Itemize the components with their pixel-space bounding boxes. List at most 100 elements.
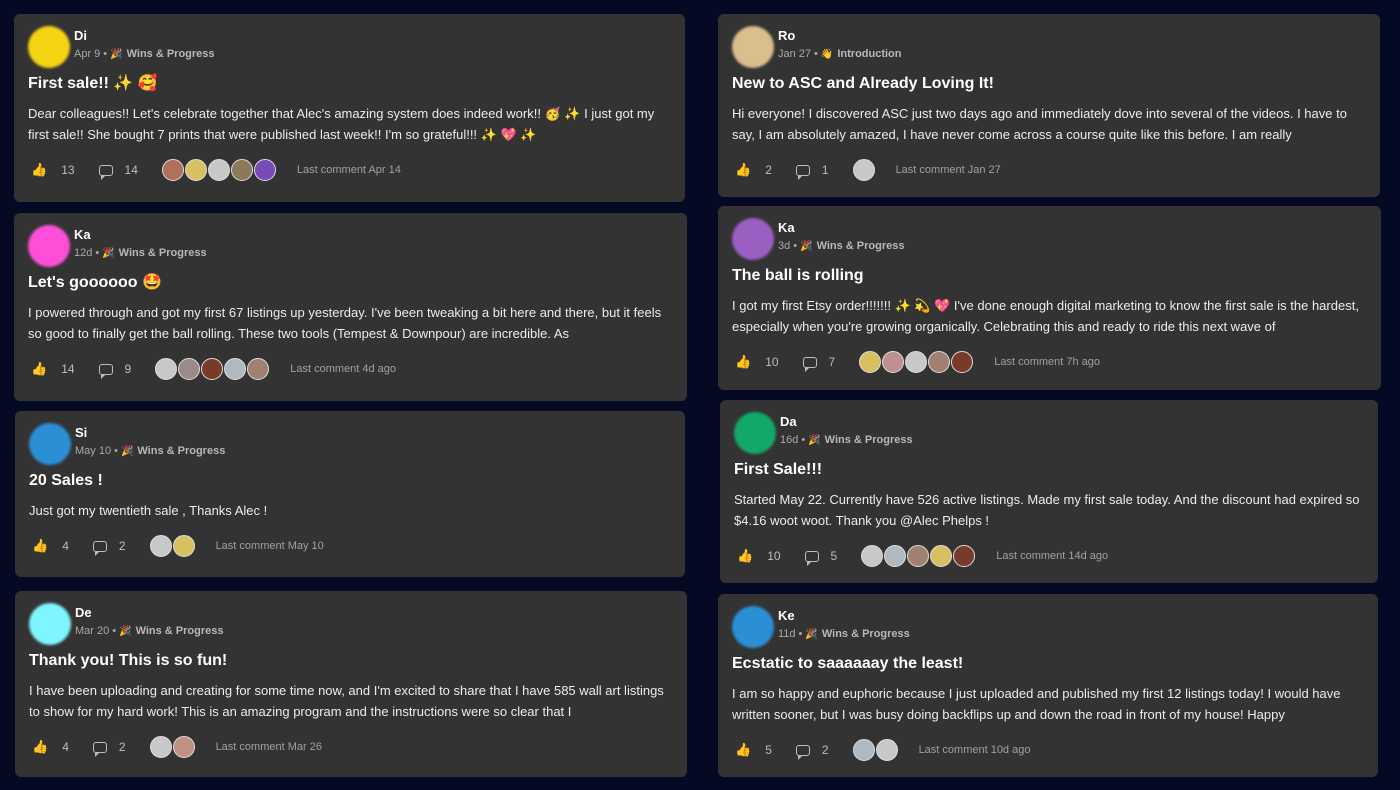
commenter-avatar[interactable] [230,159,253,181]
author-name[interactable]: Di [74,28,215,44]
comment-icon[interactable] [804,550,819,566]
category-label[interactable]: Wins & Progress [119,247,207,259]
post-card[interactable]: Ro Jan 27 • 👋 Introduction New to ASC and A… [718,14,1380,197]
commenter-avatar[interactable] [905,351,928,373]
author-name[interactable]: Da [780,414,913,430]
commenter-avatars [852,159,876,181]
like-count: 14 [61,362,75,376]
category-label[interactable]: Introduction [837,48,901,60]
post-title[interactable]: The ball is rolling [732,266,1367,286]
post-title[interactable]: New to ASC and Already Loving It! [732,74,1366,94]
thumbs-up-icon[interactable]: 👍 [737,548,753,564]
thumbs-up-icon[interactable]: 👍 [735,742,751,758]
commenter-avatar[interactable] [852,739,875,761]
post-date: 12d [74,247,93,259]
commenter-avatar[interactable] [172,736,195,758]
post-footer: 👍 4 2 Last comment Mar 26 [29,735,673,759]
commenter-avatar[interactable] [907,545,930,567]
commenter-avatar[interactable] [884,545,907,567]
post-card[interactable]: Si May 10 • 🎉 Wins & Progress 20 Sales ! Ju… [15,411,685,577]
commenter-avatar[interactable] [861,545,884,567]
commenter-avatar[interactable] [161,159,184,181]
commenter-avatar[interactable] [224,358,247,380]
post-card[interactable]: Ke 11d • 🎉 Wins & Progress Ecstatic to saaa… [718,594,1378,777]
category-label[interactable]: Wins & Progress [127,48,215,60]
avatar[interactable] [29,423,71,465]
commenter-avatar[interactable] [930,545,953,567]
commenter-avatar[interactable] [928,351,951,373]
commenter-avatar[interactable] [247,358,270,380]
comment-icon[interactable] [795,744,810,760]
category-label[interactable]: Wins & Progress [137,445,225,457]
commenter-avatars [861,545,976,567]
commenter-avatar[interactable] [253,159,276,181]
comment-icon[interactable] [98,363,113,379]
commenter-avatars [852,739,899,761]
avatar[interactable] [28,225,70,267]
post-title[interactable]: First sale!! ✨ 🥰 [28,74,671,94]
avatar[interactable] [732,606,774,648]
post-title[interactable]: Let's goooooo 🤩 [28,273,673,293]
post-excerpt: I have been uploading and creating for s… [29,683,664,719]
post-card[interactable]: Di Apr 9 • 🎉 Wins & Progress First sale!! ✨… [14,14,685,202]
post-card[interactable]: De Mar 20 • 🎉 Wins & Progress Thank you! Th… [15,591,687,777]
author-name[interactable]: Si [75,425,225,441]
post-meta: 3d • 🎉 Wins & Progress [778,238,905,255]
thumbs-up-icon[interactable]: 👍 [31,361,47,377]
comment-icon[interactable] [795,164,810,180]
thumbs-up-icon[interactable]: 👍 [31,162,47,178]
post-footer: 👍 14 9 Last comment 4d ago [28,357,673,381]
category-label[interactable]: Wins & Progress [136,625,224,637]
commenter-avatar[interactable] [155,358,178,380]
like-count: 13 [61,163,75,177]
post-card[interactable]: Da 16d • 🎉 Wins & Progress First Sale!!! St… [720,400,1378,583]
post-card[interactable]: Ka 12d • 🎉 Wins & Progress Let's goooooo 🤩 … [14,213,687,401]
category-icon: 🎉 [800,241,813,252]
avatar[interactable] [734,412,776,454]
thumbs-up-icon[interactable]: 👍 [735,354,751,370]
commenter-avatar[interactable] [953,545,976,567]
post-title[interactable]: First Sale!!! [734,460,1364,480]
author-name[interactable]: De [75,605,224,621]
category-icon: 🎉 [110,49,123,60]
commenter-avatar[interactable] [172,535,195,557]
comment-icon[interactable] [92,741,107,757]
post-card[interactable]: Ka 3d • 🎉 Wins & Progress The ball is rolli… [718,206,1381,390]
category-label[interactable]: Wins & Progress [825,434,913,446]
comment-icon[interactable] [92,540,107,556]
last-comment: Last comment 7h ago [994,356,1101,368]
meta-separator: • [814,48,818,60]
post-footer: 👍 4 2 Last comment May 10 [29,534,671,558]
commenter-avatar[interactable] [882,351,905,373]
author-name[interactable]: Ka [74,227,207,243]
commenter-avatar[interactable] [859,351,882,373]
post-title[interactable]: 20 Sales ! [29,471,671,491]
category-label[interactable]: Wins & Progress [817,240,905,252]
thumbs-up-icon[interactable]: 👍 [32,739,48,755]
author-name[interactable]: Ka [778,220,905,236]
avatar[interactable] [732,218,774,260]
commenter-avatar[interactable] [201,358,224,380]
commenter-avatar[interactable] [184,159,207,181]
avatar[interactable] [732,26,774,68]
avatar[interactable] [28,26,70,68]
comment-icon[interactable] [802,356,817,372]
thumbs-up-icon[interactable]: 👍 [32,538,48,554]
commenter-avatar[interactable] [875,739,898,761]
thumbs-up-icon[interactable]: 👍 [735,162,751,178]
commenter-avatar[interactable] [207,159,230,181]
like-count: 4 [62,539,69,553]
post-meta: May 10 • 🎉 Wins & Progress [75,443,225,460]
commenter-avatar[interactable] [852,159,875,181]
comment-icon[interactable] [98,164,113,180]
commenter-avatar[interactable] [951,351,974,373]
author-name[interactable]: Ro [778,28,902,44]
commenter-avatar[interactable] [178,358,201,380]
author-name[interactable]: Ke [778,608,910,624]
commenter-avatar[interactable] [149,736,172,758]
avatar[interactable] [29,603,71,645]
post-title[interactable]: Ecstatic to saaaaaay the least! [732,654,1364,674]
commenter-avatar[interactable] [149,535,172,557]
category-label[interactable]: Wins & Progress [822,628,910,640]
post-title[interactable]: Thank you! This is so fun! [29,651,673,671]
